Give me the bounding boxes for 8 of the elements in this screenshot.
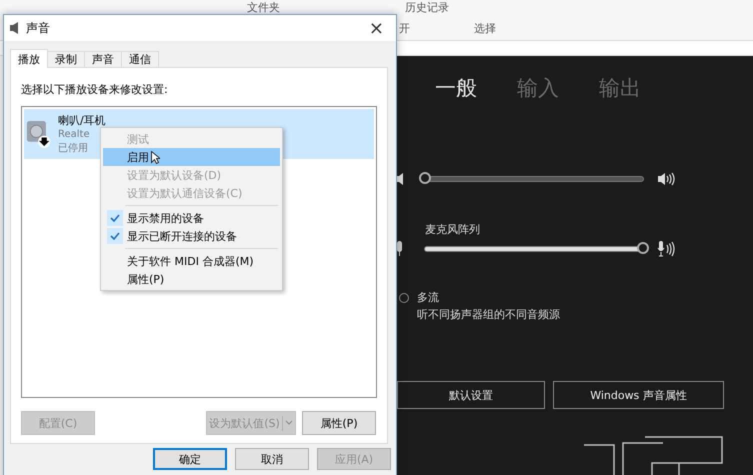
slider-label: 麦克风阵列	[425, 222, 481, 237]
instruction-text: 选择以下播放设备来修改设置:	[21, 82, 169, 98]
window-title: 声音	[26, 20, 51, 36]
radio-description: 听不同扬声器组的不同音频源	[417, 307, 560, 322]
device-status: 已停用	[58, 142, 89, 155]
radio-label: 多流	[417, 290, 440, 305]
device-driver: Realte	[58, 129, 91, 140]
device-name: 喇叭/耳机	[58, 113, 106, 128]
